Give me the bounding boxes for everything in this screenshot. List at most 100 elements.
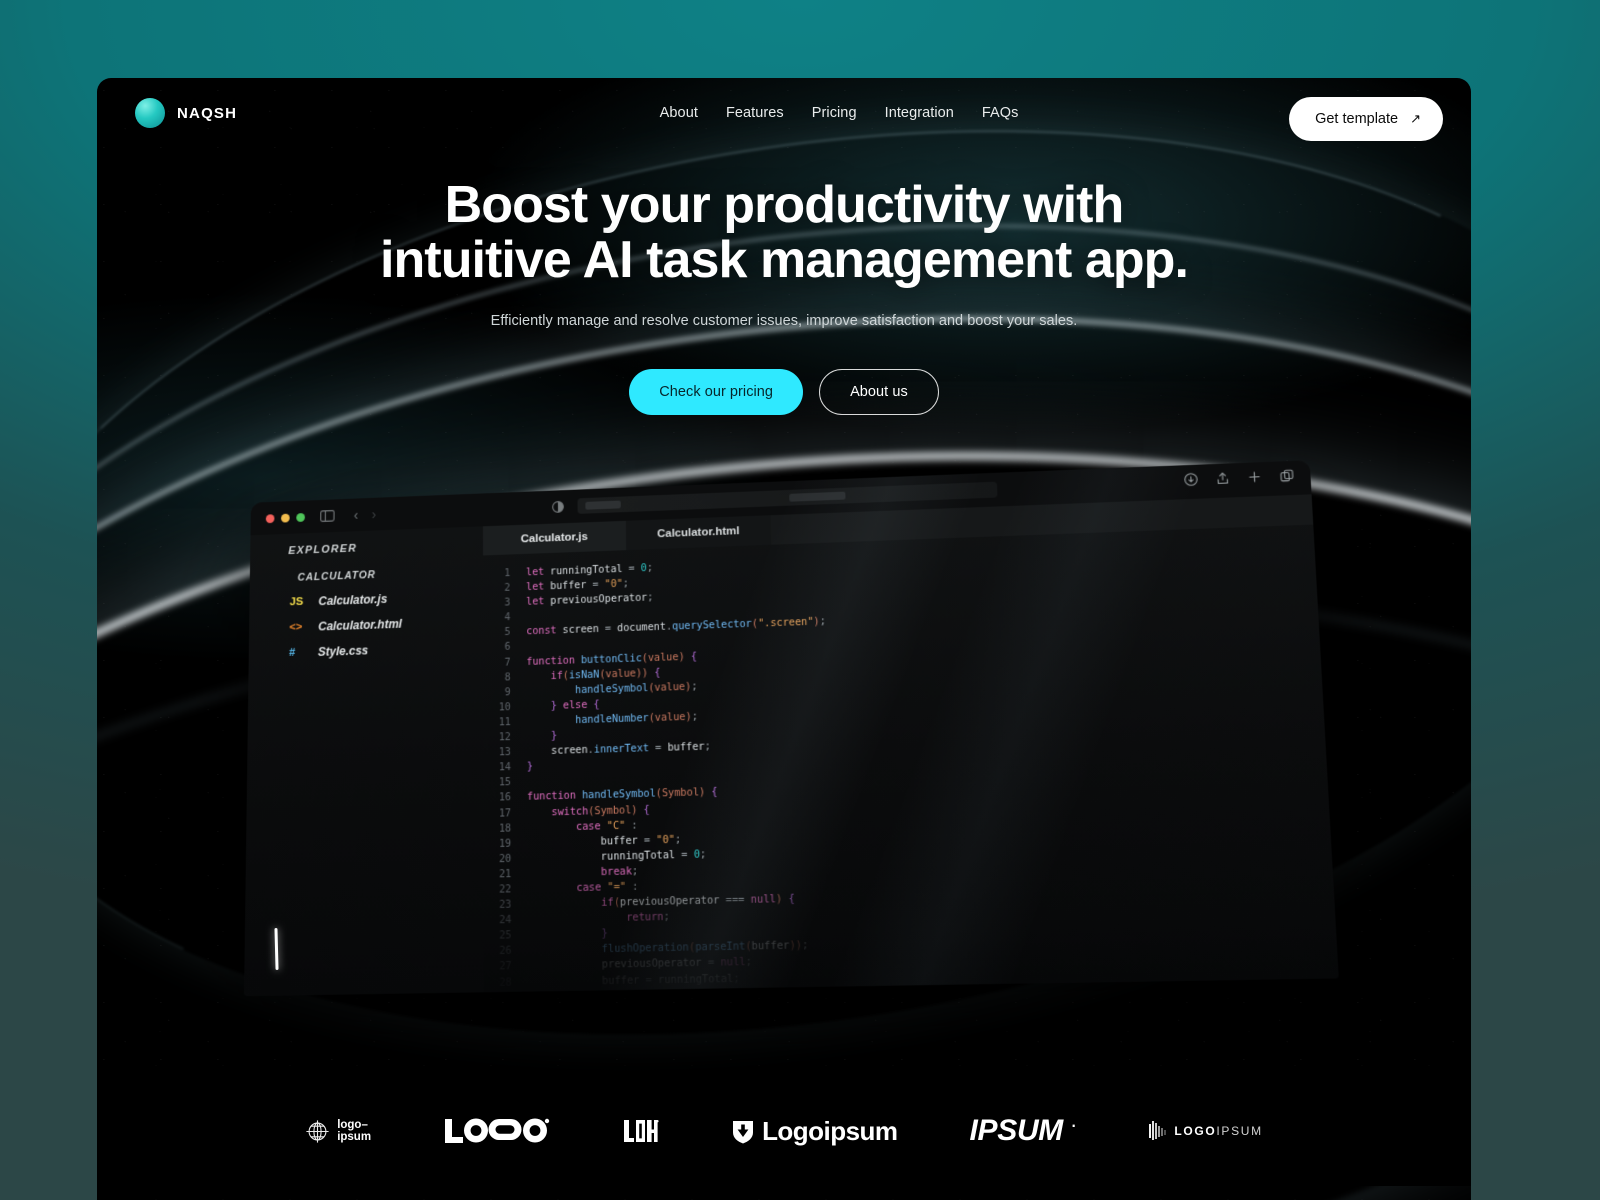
chevron-left-icon[interactable]: ‹ <box>354 507 359 523</box>
landing-page-card: NAQSH About Features Pricing Integration… <box>97 78 1471 1200</box>
line-number: 1 <box>504 568 511 580</box>
logo-text: Logoipsum <box>762 1115 898 1146</box>
code-line-content: buffer = runningTotal; <box>601 973 740 987</box>
hero-heading-line1: Boost your productivity with <box>444 176 1125 234</box>
line-number: 4 <box>504 612 511 624</box>
file-name: Calculator.js <box>318 592 388 609</box>
page-title: Boost your productivity with intuitive A… <box>97 176 1471 290</box>
get-template-button[interactable]: Get template ↗ <box>1289 97 1443 141</box>
sidebar-panel-icon[interactable] <box>320 510 334 522</box>
line-number: 22 <box>499 884 512 896</box>
share-icon[interactable] <box>1216 471 1229 490</box>
line-number: 21 <box>499 868 512 881</box>
window-traffic-lights[interactable] <box>265 512 305 523</box>
line-number: 10 <box>498 701 511 714</box>
logo-text: IPSUM <box>969 1114 1063 1147</box>
logo-logoipsum-shield: Logoipsum <box>731 1115 898 1147</box>
line-number: 9 <box>504 687 511 699</box>
plus-icon[interactable] <box>1247 470 1262 489</box>
line-number: 14 <box>498 762 512 774</box>
logo-logo-ipsum-globe: logo– ipsum <box>305 1119 371 1144</box>
line-number: 13 <box>498 747 511 759</box>
chevron-right-icon[interactable]: › <box>372 506 377 522</box>
about-us-button[interactable]: About us <box>819 369 939 416</box>
line-number: 20 <box>499 853 512 865</box>
editor-main: Calculator.js Calculator.html 1 let runni… <box>482 494 1339 993</box>
file-name: Style.css <box>317 643 369 659</box>
site-header: NAQSH About Features Pricing Integration… <box>97 78 1471 148</box>
stencil-block-icon <box>623 1118 659 1144</box>
check-pricing-button[interactable]: Check our pricing <box>629 369 804 416</box>
line-number: 24 <box>499 914 512 927</box>
nav-item-integration[interactable]: Integration <box>885 105 954 121</box>
brand-name: NAQSH <box>177 104 238 122</box>
nav-item-faqs[interactable]: FAQs <box>982 105 1019 121</box>
js-file-icon: JS <box>289 596 304 609</box>
line-number: 27 <box>499 961 512 973</box>
line-number: 15 <box>498 777 512 789</box>
bars-icon <box>1149 1121 1167 1141</box>
line-number: 23 <box>499 899 512 912</box>
explorer-title: EXPLORER <box>288 542 358 557</box>
editor-sidebar: EXPLORER CALCULATOR JS Calculator.js <> … <box>244 526 484 996</box>
hero-heading-line2: intuitive AI task management app. <box>379 231 1189 290</box>
main-nav: About Features Pricing Integration FAQs <box>660 105 1019 121</box>
nav-item-pricing[interactable]: Pricing <box>812 105 857 121</box>
editor-history-nav: ‹ › <box>354 506 377 522</box>
hero-subheading: Efficiently manage and resolve customer … <box>490 313 1078 330</box>
minimize-yellow-icon[interactable] <box>281 513 290 523</box>
css-file-icon: # <box>289 646 296 659</box>
code-line-content: } <box>526 761 533 773</box>
globe-grid-icon <box>305 1119 330 1144</box>
maximize-green-icon[interactable] <box>296 512 305 522</box>
line-number: 7 <box>504 657 511 669</box>
file-item-style-css[interactable]: # Style.css <box>289 640 483 660</box>
file-item-calculator-js[interactable]: JS Calculator.js <box>290 589 484 609</box>
arrow-up-right-icon: ↗ <box>1410 110 1421 126</box>
close-red-icon[interactable] <box>265 513 275 523</box>
nav-item-about[interactable]: About <box>660 105 698 121</box>
line-number: 5 <box>504 627 511 639</box>
partner-logo-strip: logo– ipsum Logoipsum IPSUM · LOGOIPSUM <box>97 1076 1471 1186</box>
explorer-group-label: CALCULATOR <box>297 569 376 584</box>
line-number: 28 <box>499 976 512 989</box>
code-line-content: } <box>601 928 608 941</box>
code-editor-area[interactable]: 1 let runningTotal = 0; 2 let buffer = "0";… <box>483 525 1339 991</box>
line-number: 2 <box>504 582 511 594</box>
line-number: 11 <box>498 717 511 729</box>
hero-actions: Check our pricing About us <box>97 369 1471 416</box>
line-number: 6 <box>504 642 511 654</box>
get-template-label: Get template <box>1315 111 1399 127</box>
nav-item-features[interactable]: Features <box>726 105 784 121</box>
logo-stencil-block <box>623 1118 659 1144</box>
line-number: 19 <box>499 838 512 850</box>
code-line-content: } <box>551 730 558 742</box>
line-number: 8 <box>504 672 511 684</box>
editor-body: EXPLORER CALCULATOR JS Calculator.js <> … <box>244 494 1339 996</box>
rounded-wordmark-icon <box>443 1116 551 1146</box>
line-number: 3 <box>504 597 511 609</box>
code-editor-window[interactable]: ‹ › EXPLORER CALCULATOR JS Calculator.js… <box>244 460 1339 997</box>
editor-titlebar-actions <box>1184 469 1294 491</box>
line-number: 17 <box>498 807 512 820</box>
logo-looo-wordmark <box>443 1116 551 1146</box>
line-number: 25 <box>499 930 512 942</box>
line-number: 26 <box>499 945 512 958</box>
logo-logoipsum-bars: LOGOIPSUM <box>1149 1121 1262 1141</box>
file-item-calculator-html[interactable]: <> Calculator.html <box>289 614 483 634</box>
logo-ipsum-wordmark: IPSUM · <box>969 1112 1078 1148</box>
editor-mockup-stage: ‹ › EXPLORER CALCULATOR JS Calculator.js… <box>97 460 1471 998</box>
logo-text: LOGOIPSUM <box>1174 1124 1263 1138</box>
line-number: 12 <box>498 732 511 744</box>
download-icon[interactable] <box>1184 473 1198 492</box>
logo-text: logo– ipsum <box>337 1118 372 1143</box>
brand-logo[interactable]: NAQSH <box>135 98 237 128</box>
line-number: 18 <box>498 822 512 835</box>
file-name: Calculator.html <box>318 616 403 634</box>
html-file-icon: <> <box>289 621 303 634</box>
copy-tabs-icon[interactable] <box>1280 469 1295 488</box>
half-circle-contrast-icon[interactable] <box>552 501 564 513</box>
line-number: 16 <box>498 792 512 804</box>
code-line-content: return; <box>626 911 670 925</box>
shield-arrow-icon <box>731 1119 755 1144</box>
